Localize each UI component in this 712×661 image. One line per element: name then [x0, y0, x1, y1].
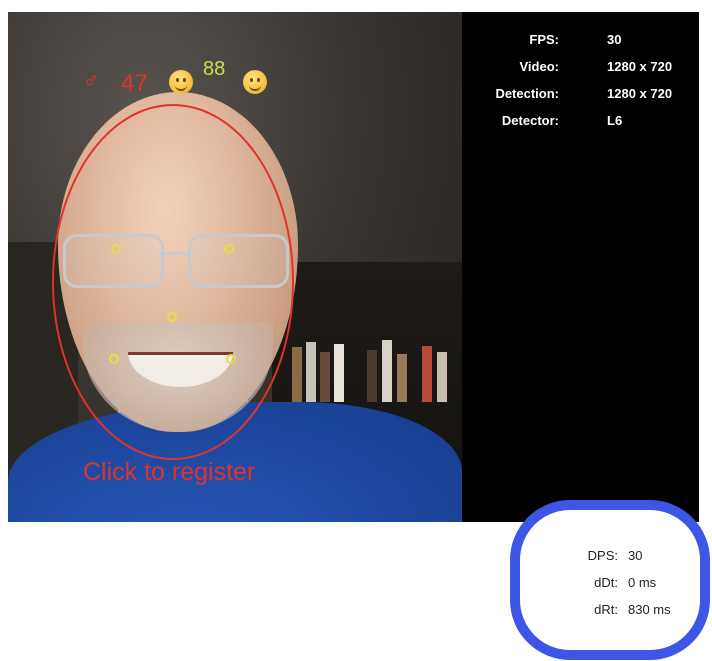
performance-highlight: DPS: 30 dDt: 0 ms dRt: 830 ms [510, 500, 710, 660]
stat-row-video: Video: 1280 x 720 [462, 59, 699, 79]
camera-feed[interactable]: ♂ 47 88 Click to register [8, 12, 462, 522]
stat-label: Video: [519, 59, 560, 74]
landmark-mouth-left [109, 354, 119, 364]
click-to-register-link[interactable]: Click to register [83, 458, 255, 487]
stat-value: 30 [607, 32, 622, 47]
stat-label: Detector: [501, 113, 559, 128]
score-value: 88 [203, 58, 226, 80]
landmark-left-eye [111, 244, 121, 254]
stat-row-detection: Detection: 1280 x 720 [462, 86, 699, 106]
stats-panel: FPS: 30 Video: 1280 x 720 Detection: 128… [462, 12, 699, 522]
landmark-mouth-right [226, 354, 236, 364]
perf-row-dps: DPS: 30 [520, 548, 710, 568]
perf-value: 830 ms [628, 602, 671, 617]
stat-label: Detection: [495, 86, 559, 101]
perf-row-ddt: dDt: 0 ms [520, 575, 710, 595]
stat-value: 1280 x 720 [607, 86, 673, 101]
grinning-face-emoji-icon [243, 70, 267, 94]
perf-label: dRt: [594, 602, 618, 617]
face-attributes: ♂ 47 88 [83, 58, 383, 100]
stat-row-fps: FPS: 30 [462, 32, 699, 52]
perf-value: 0 ms [628, 575, 657, 590]
face-detection-ellipse [52, 104, 294, 460]
perf-row-drt: dRt: 830 ms [520, 602, 710, 622]
landmark-right-eye [224, 244, 234, 254]
landmark-nose [167, 312, 177, 322]
age-estimate: 47 [121, 70, 148, 97]
stat-value: L6 [607, 113, 623, 128]
stat-value: 1280 x 720 [607, 59, 673, 74]
stat-label: FPS: [529, 32, 559, 47]
stat-row-detector: Detector: L6 [462, 113, 699, 133]
male-symbol-icon: ♂ [83, 68, 100, 93]
smiling-face-emoji-icon [169, 70, 193, 94]
perf-value: 30 [628, 548, 643, 563]
perf-label: DPS: [587, 548, 618, 563]
perf-label: dDt: [594, 575, 618, 590]
